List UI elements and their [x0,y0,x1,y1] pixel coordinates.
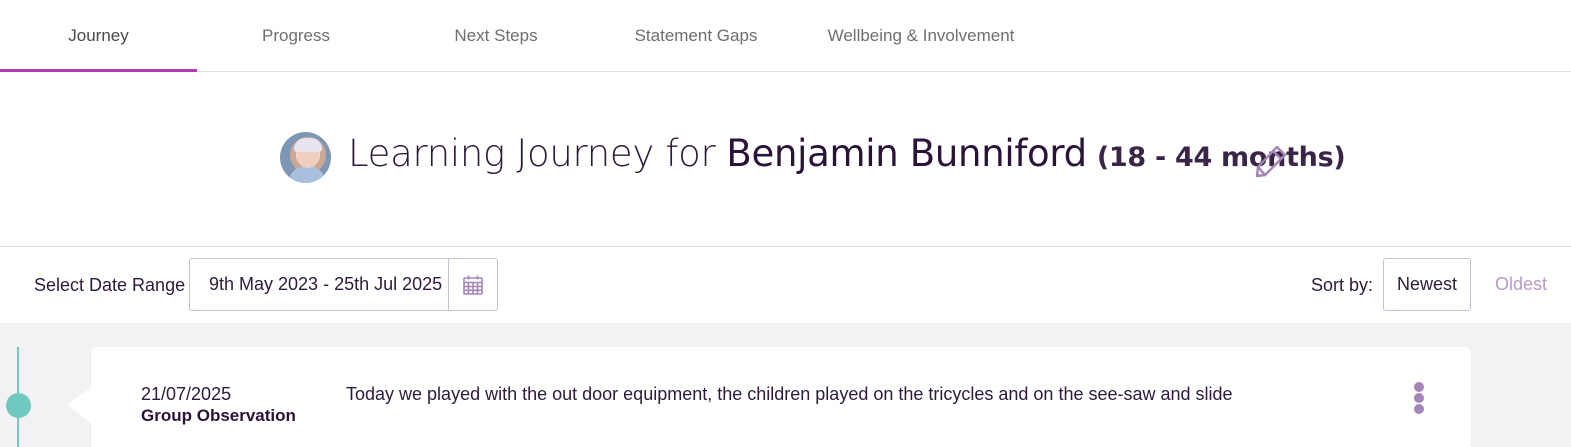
tab-next-steps[interactable]: Next Steps [395,0,597,71]
title-prefix: Learning Journey for [348,132,716,175]
card-pointer [67,387,91,423]
journey-timeline: 21/07/2025 Group Observation Today we pl… [0,323,1571,447]
tab-statement-gaps[interactable]: Statement Gaps [597,0,795,71]
tab-progress[interactable]: Progress [197,0,395,71]
tab-wellbeing-involvement[interactable]: Wellbeing & Involvement [795,0,1047,71]
sort-newest-button[interactable]: Newest [1383,258,1471,311]
observation-type: Group Observation [141,406,296,425]
child-name: Benjamin Bunniford [726,132,1087,175]
pencil-icon[interactable] [1253,143,1289,179]
date-range-label: Select Date Range [34,275,186,295]
page-title: Learning Journey for Benjamin Bunniford … [348,132,1346,184]
timeline-dot [6,393,31,418]
age-range: (18 - 44 months) [1096,142,1346,173]
calendar-icon[interactable] [449,259,497,310]
observation-text: Today we played with the out door equipm… [346,384,1233,404]
sort-oldest-button[interactable]: Oldest [1471,258,1571,311]
date-range-field[interactable]: 9th May 2023 - 25th Jul 2025 [190,259,449,310]
more-options-icon[interactable] [1407,382,1431,416]
observation-card[interactable]: 21/07/2025 Group Observation Today we pl… [91,347,1471,447]
observation-date: 21/07/2025 [141,384,232,404]
tab-bar: Journey Progress Next Steps Statement Ga… [0,0,1571,72]
tab-journey[interactable]: Journey [0,0,197,72]
child-avatar [280,132,331,183]
sort-label: Sort by: [1311,275,1374,295]
filter-bar: Select Date Range 9th May 2023 - 25th Ju… [0,248,1571,323]
date-range-picker[interactable]: 9th May 2023 - 25th Jul 2025 [189,258,498,311]
page-header: Learning Journey for Benjamin Bunniford … [0,72,1571,247]
